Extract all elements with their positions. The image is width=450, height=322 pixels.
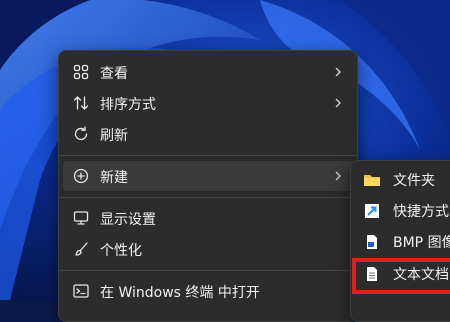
menu-separator xyxy=(59,197,357,198)
menu-separator xyxy=(59,270,357,271)
menu-item-refresh[interactable]: 刷新 xyxy=(63,119,353,149)
submenu-item-label: 文件夹 xyxy=(393,173,435,189)
menu-item-label: 排序方式 xyxy=(100,97,156,113)
menu-separator xyxy=(59,155,357,156)
menu-item-label: 刷新 xyxy=(100,128,128,144)
submenu-item-label: 快捷方式 xyxy=(393,204,449,220)
submenu-item-label: BMP 图像 xyxy=(393,235,450,251)
submenu-item-bmp-image[interactable]: BMP 图像 xyxy=(351,227,450,257)
chevron-right-icon xyxy=(335,67,341,77)
desktop-context-menu: 查看 排序方式 刷新 新建 显示设置 个性化 在 Windows 终端 中打开 xyxy=(58,50,358,322)
menu-item-label: 在 Windows 终端 中打开 xyxy=(100,285,260,301)
highlight-annotation xyxy=(352,258,450,294)
sort-icon xyxy=(73,96,89,110)
menu-item-label: 查看 xyxy=(100,66,128,82)
terminal-icon xyxy=(73,284,89,298)
menu-item-label: 显示设置 xyxy=(100,212,156,228)
display-icon xyxy=(73,211,89,225)
new-submenu: 文件夹 快捷方式 BMP 图像 文本文档 xyxy=(350,160,450,322)
menu-item-sort-by[interactable]: 排序方式 xyxy=(63,88,353,118)
grid-icon xyxy=(73,64,89,80)
submenu-item-shortcut[interactable]: 快捷方式 xyxy=(351,196,450,226)
add-circle-icon xyxy=(73,168,89,184)
menu-item-view[interactable]: 查看 xyxy=(63,57,353,87)
refresh-icon xyxy=(74,126,88,141)
menu-item-label: 个性化 xyxy=(100,243,142,259)
menu-item-personalize[interactable]: 个性化 xyxy=(63,234,353,264)
menu-item-label: 新建 xyxy=(100,170,128,186)
brush-icon xyxy=(75,242,88,256)
shortcut-icon xyxy=(365,204,379,218)
menu-item-new[interactable]: 新建 xyxy=(63,161,353,191)
chevron-right-icon xyxy=(335,171,341,181)
chevron-right-icon xyxy=(335,98,341,108)
bmp-image-icon xyxy=(367,235,377,249)
folder-icon xyxy=(364,175,380,186)
menu-item-open-in-terminal[interactable]: 在 Windows 终端 中打开 xyxy=(63,276,353,306)
menu-item-display-settings[interactable]: 显示设置 xyxy=(63,203,353,233)
submenu-item-folder[interactable]: 文件夹 xyxy=(351,165,450,195)
